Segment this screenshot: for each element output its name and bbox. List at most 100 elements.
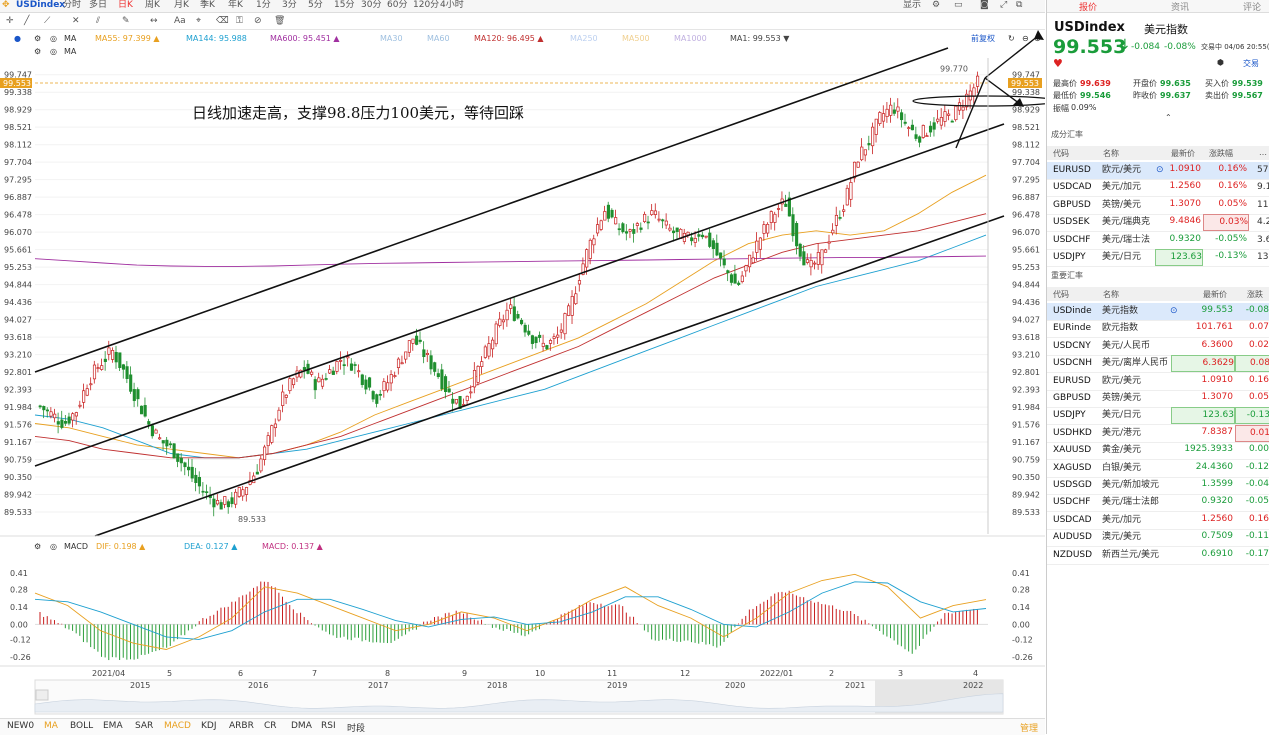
stat-label-2: 买入价 — [1205, 79, 1229, 88]
macd-tick-right: 0.28 — [1012, 585, 1030, 594]
th-name[interactable]: 名称 — [1103, 148, 1119, 159]
quote-row[interactable]: GBPUSD 英镑/美元 1.3070 0.05% 11.9 — [1047, 197, 1269, 215]
overview-handle[interactable] — [35, 689, 49, 701]
row-code: USDCAD — [1053, 514, 1092, 525]
candle-body — [440, 369, 444, 390]
tab-comments[interactable]: 评论 — [1243, 0, 1261, 13]
th2-chg[interactable]: 涨跌 — [1247, 289, 1263, 300]
macd-tick-left: -0.12 — [10, 635, 31, 644]
candle-body — [758, 237, 762, 250]
y-tick-right: 96.070 — [1012, 228, 1040, 237]
channel-lower-line[interactable] — [94, 215, 1005, 537]
quote-row[interactable]: EURUSD 欧元/美元 1.0910 0.16 — [1047, 373, 1269, 391]
macd-visible-icon[interactable]: ◎ — [50, 540, 57, 554]
indicator-5[interactable]: MACD — [164, 721, 191, 731]
quote-change: -0.084 — [1131, 42, 1161, 52]
candle-body — [545, 345, 549, 350]
indicator-0[interactable]: NEW0 — [7, 721, 34, 731]
row-price: 1925.3933 — [1184, 444, 1233, 455]
trade-button[interactable]: 交易 — [1243, 58, 1259, 69]
quote-row[interactable]: USDJPY 美元/日元 123.63 -0.13% 13.6 — [1047, 249, 1269, 267]
ma-line-ma600[interactable] — [34, 255, 987, 267]
indicator-8[interactable]: CR — [264, 721, 277, 731]
candle-body — [860, 146, 864, 161]
quote-row[interactable]: USDCNY 美元/人民币 6.3600 0.02 — [1047, 338, 1269, 356]
row-change: -0.05 — [1245, 496, 1269, 507]
y-tick-right: 89.942 — [1012, 491, 1040, 500]
quote-row[interactable]: XAGUSD 白银/美元 24.4360 -0.12 — [1047, 460, 1269, 478]
stat-value-4: 99.637 — [1160, 91, 1191, 100]
candle-body — [429, 355, 433, 370]
candle-body — [925, 135, 929, 138]
price-axis: 99.74799.74799.33899.33898.92998.92998.5… — [0, 58, 1045, 537]
indicator-9[interactable]: DMA — [291, 721, 312, 731]
indicator-1[interactable]: MA — [44, 721, 58, 731]
quote-row[interactable]: EURUSD欧元/美元⊙1.09100.16%57.6 — [1047, 162, 1269, 180]
indicator-7[interactable]: ARBR — [229, 721, 254, 731]
favorite-icon[interactable]: ♥ — [1053, 57, 1063, 70]
quote-row[interactable]: USDCHF 美元/瑞士法郎 0.9320 -0.05 — [1047, 494, 1269, 513]
indicator-6[interactable]: KDJ — [201, 721, 217, 731]
row-extra: 4.2 — [1257, 217, 1269, 228]
candle-body — [715, 242, 719, 256]
quote-row[interactable]: USDJPY 美元/日元 123.63 -0.13 — [1047, 407, 1269, 426]
pin-icon[interactable]: ⬢ — [1217, 58, 1224, 67]
time-label: 4 — [973, 669, 978, 678]
candle-body — [324, 378, 328, 380]
indicator-11[interactable]: 时段 — [347, 721, 365, 734]
th2-code[interactable]: 代码 — [1053, 289, 1069, 300]
quote-row[interactable]: USDCNH 美元/离岸人民币 6.3629 0.08 — [1047, 355, 1269, 374]
indicator-3[interactable]: EMA — [103, 721, 123, 731]
quote-row[interactable]: NZDUSD 新西兰元/美元 0.6910 -0.17 — [1047, 547, 1269, 565]
candle-body — [63, 420, 68, 424]
y-tick-right: 94.027 — [1012, 316, 1040, 325]
indicator-2[interactable]: BOLL — [70, 721, 93, 731]
quote-row[interactable]: USDHKD 美元/港元 7.8387 0.01 — [1047, 424, 1269, 443]
th-chg[interactable]: 涨跌幅 — [1209, 148, 1233, 159]
quote-row[interactable]: USDSEK 美元/瑞典克 9.48460.03% 4.2 — [1047, 214, 1269, 233]
th-code[interactable]: 代码 — [1053, 148, 1069, 159]
indicator-4[interactable]: SAR — [135, 721, 153, 731]
time-label: 12 — [680, 669, 690, 678]
quote-row[interactable]: GBPUSD 英镑/美元 1.3070 0.05 — [1047, 390, 1269, 408]
tab-news[interactable]: 资讯 — [1171, 0, 1189, 13]
quote-row[interactable]: USDCAD 美元/加元 1.2560 0.16 — [1047, 512, 1269, 530]
quote-row[interactable]: XAUUSD 黄金/美元 1925.3933 0.00 — [1047, 442, 1269, 461]
ma-line-ma120[interactable] — [34, 213, 987, 459]
y-tick-right: 91.576 — [1012, 421, 1040, 430]
quote-row[interactable]: EURinde 欧元指数 101.761 0.07 — [1047, 320, 1269, 339]
quote-row[interactable]: AUDUSD 澳元/美元 0.7509 -0.11 — [1047, 529, 1269, 548]
collapse-icon[interactable]: ⌃ — [1165, 113, 1172, 122]
row-price: 123.63 — [1155, 249, 1203, 266]
candle-body — [49, 411, 53, 417]
row-price: 1.3070 — [1169, 198, 1202, 209]
channel-middle-line[interactable] — [34, 123, 1005, 467]
candle-body — [795, 223, 799, 247]
candle-body — [154, 429, 158, 434]
candle-body — [657, 218, 661, 221]
th-extra[interactable]: … — [1259, 148, 1267, 157]
quote-row[interactable]: USDinde 美元指数 ⊙ 99.553 -0.08 — [1047, 303, 1269, 321]
candle-body — [386, 382, 390, 391]
indicator-10[interactable]: RSI — [321, 721, 336, 731]
candle-body — [896, 106, 900, 112]
macd-settings-icon[interactable]: ⚙ — [34, 540, 41, 554]
indicator-manage[interactable]: 管理 — [1020, 721, 1038, 734]
candle-body — [624, 231, 629, 234]
candle-body — [621, 223, 625, 233]
th2-price[interactable]: 最新价 — [1203, 289, 1227, 300]
row-change: -0.13 — [1235, 407, 1269, 425]
candle-body — [650, 210, 654, 216]
candle-body — [921, 125, 925, 138]
th-price[interactable]: 最新价 — [1171, 148, 1195, 159]
quote-row[interactable]: USDCHF 美元/瑞士法 0.9320 -0.05% 3.6 — [1047, 232, 1269, 250]
quote-row[interactable]: USDCAD 美元/加元 1.2560 0.16% 9.1 — [1047, 179, 1269, 198]
th2-name[interactable]: 名称 — [1103, 289, 1119, 300]
candle-body — [382, 381, 386, 392]
quote-row[interactable]: USDSGD 美元/新加坡元 1.3599 -0.04 — [1047, 477, 1269, 495]
candle-body — [592, 238, 596, 246]
channel-upper-line[interactable] — [34, 47, 949, 373]
target-arrow-head — [1034, 30, 1044, 40]
support-ellipse[interactable] — [912, 95, 1045, 107]
tab-quote[interactable]: 报价 — [1079, 0, 1097, 13]
